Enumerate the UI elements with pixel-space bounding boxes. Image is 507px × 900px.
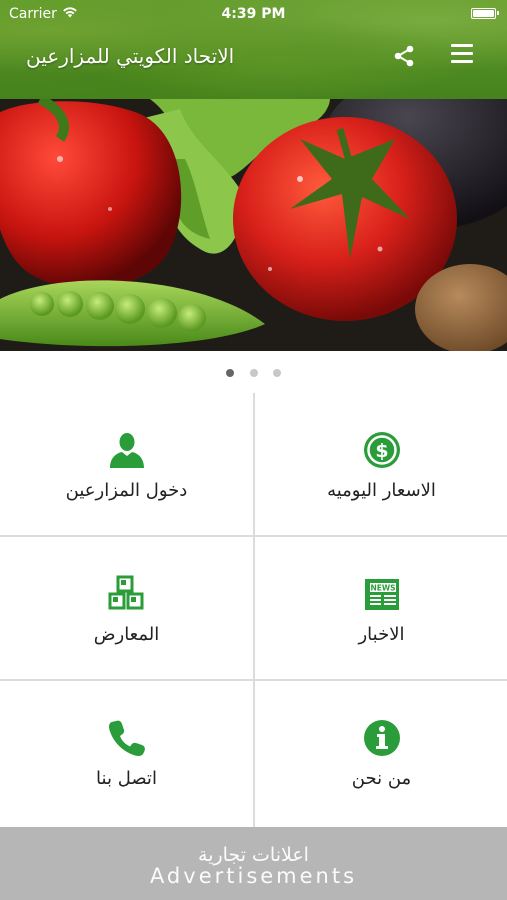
newspaper-icon: NEWS bbox=[364, 578, 399, 610]
vegetables-banner-image bbox=[0, 99, 507, 351]
menu-item-label: دخول المزارعين bbox=[65, 479, 188, 501]
menu-item-daily-prices[interactable]: $ الاسعار اليوميه bbox=[255, 393, 507, 537]
menu-item-label: من نحن bbox=[351, 767, 412, 789]
menu-item-label: اتصل بنا bbox=[96, 767, 157, 789]
share-icon[interactable] bbox=[392, 44, 416, 68]
slider-dot-2[interactable] bbox=[249, 369, 258, 377]
menu-item-label: الاسعار اليوميه bbox=[327, 479, 436, 501]
menu-item-exhibitions[interactable]: المعارض bbox=[0, 537, 253, 681]
ad-english-text: Advertisements bbox=[149, 864, 358, 888]
app-header: Carrier 4:39 PM الاتحاد الكويتي للمزارعي… bbox=[0, 0, 507, 99]
svg-text:NEWS: NEWS bbox=[370, 583, 395, 592]
cubes-icon bbox=[108, 575, 143, 609]
slider-pagination bbox=[0, 362, 507, 377]
advertisements-banner[interactable]: اعلانات تجارية Advertisements bbox=[0, 827, 507, 900]
svg-text:$: $ bbox=[375, 440, 388, 462]
dollar-circle-icon: $ bbox=[363, 431, 400, 468]
image-slider[interactable] bbox=[0, 99, 507, 351]
info-circle-icon bbox=[363, 719, 400, 756]
phone-icon bbox=[108, 720, 145, 756]
menu-item-contact-us[interactable]: اتصل بنا bbox=[0, 681, 253, 825]
main-menu-grid: $ الاسعار اليوميه دخول المزارعين NEWS ال… bbox=[0, 393, 507, 827]
status-time: 4:39 PM bbox=[221, 6, 286, 22]
user-icon bbox=[109, 432, 144, 468]
slider-dot-1[interactable] bbox=[226, 369, 235, 377]
menu-item-news[interactable]: NEWS الاخبار bbox=[255, 537, 507, 681]
menu-item-label: الاخبار bbox=[358, 623, 405, 645]
menu-item-farmers-login[interactable]: دخول المزارعين bbox=[0, 393, 253, 537]
menu-item-label: المعارض bbox=[93, 623, 160, 645]
hamburger-menu-icon[interactable] bbox=[451, 44, 473, 66]
slider-dot-3[interactable] bbox=[272, 369, 281, 377]
status-bar: Carrier 4:39 PM bbox=[0, 0, 507, 28]
ad-arabic-text: اعلانات تجارية bbox=[198, 844, 309, 866]
menu-item-about-us[interactable]: من نحن bbox=[255, 681, 507, 825]
battery-icon bbox=[471, 8, 499, 19]
app-title: الاتحاد الكويتي للمزارعين bbox=[26, 44, 235, 68]
